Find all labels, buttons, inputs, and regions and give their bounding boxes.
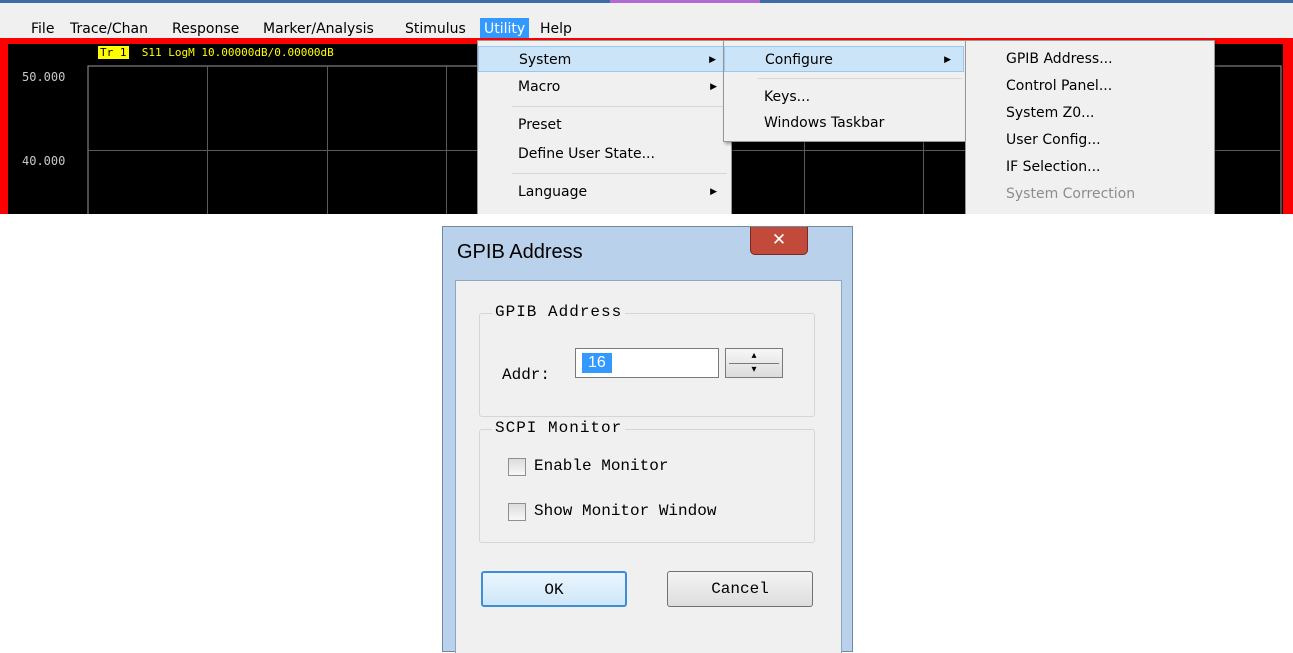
spin-up-icon[interactable]: ▴ — [726, 349, 782, 363]
enable-monitor-checkbox[interactable] — [508, 458, 526, 476]
menu-item-label: GPIB Address... — [1006, 51, 1113, 67]
menu-item-keys[interactable]: Keys... — [724, 84, 964, 110]
addr-input[interactable]: 16 — [575, 348, 719, 378]
group-title: SCPI Monitor — [492, 419, 626, 437]
menu-item-language[interactable]: Language ▶ — [478, 179, 729, 205]
menu-item-if-selection[interactable]: IF Selection... — [966, 154, 1212, 180]
menu-item-preset[interactable]: Preset — [478, 112, 729, 138]
x-close-icon: ✕ — [771, 230, 787, 250]
title-accent-line — [610, 0, 760, 3]
y-axis-label-second: 40.000 — [22, 154, 66, 168]
addr-spinner[interactable]: ▴ ▾ — [725, 348, 783, 378]
spin-down-icon[interactable]: ▾ — [726, 363, 782, 377]
submenu-arrow-icon: ▶ — [709, 55, 716, 65]
menu-stimulus[interactable]: Stimulus — [401, 18, 470, 40]
trace-text: S11 LogM 10.00000dB/0.00000dB — [141, 46, 334, 59]
menu-item-label: Macro — [518, 79, 561, 95]
menu-separator — [758, 78, 962, 79]
menu-item-user-config[interactable]: User Config... — [966, 127, 1212, 153]
menu-item-label: Language — [518, 184, 588, 200]
utility-menu: System ▶ Macro ▶ Preset Define User Stat… — [477, 40, 732, 214]
menu-response[interactable]: Response — [168, 18, 243, 40]
menu-item-define-user-state[interactable]: Define User State... — [478, 141, 729, 167]
scpi-monitor-group: SCPI Monitor Enable Monitor Show Monitor… — [479, 419, 815, 543]
menu-item-label: System Correction — [1006, 186, 1136, 202]
menu-item-label: System — [519, 52, 572, 68]
menu-trace-chan[interactable]: Trace/Chan — [66, 18, 152, 40]
menu-item-label: Preset — [518, 117, 562, 133]
menu-item-system-correction: System Correction — [966, 181, 1212, 207]
menu-bar: File Trace/Chan Response Marker/Analysis… — [0, 0, 1293, 40]
menu-item-label: User Config... — [1006, 132, 1101, 148]
y-axis-label-top: 50.000 — [22, 70, 66, 84]
show-monitor-window-label[interactable]: Show Monitor Window — [534, 502, 716, 520]
menu-item-windows-taskbar[interactable]: Windows Taskbar — [724, 110, 964, 136]
menu-item-macro[interactable]: Macro ▶ — [478, 74, 729, 100]
group-title: GPIB Address — [492, 303, 626, 321]
enable-monitor-label[interactable]: Enable Monitor — [534, 457, 668, 475]
menu-item-label: System Z0... — [1006, 105, 1095, 121]
menu-item-gpib-address[interactable]: GPIB Address... — [966, 46, 1212, 72]
vna-application: File Trace/Chan Response Marker/Analysis… — [0, 0, 1293, 214]
ok-button[interactable]: OK — [481, 571, 627, 607]
menu-item-configure[interactable]: Configure ▶ — [724, 46, 964, 72]
dialog-title: GPIB Address — [457, 241, 583, 263]
submenu-arrow-icon: ▶ — [710, 187, 717, 197]
menu-item-system[interactable]: System ▶ — [478, 46, 729, 72]
menu-item-label: Define User State... — [518, 146, 655, 162]
menu-item-label: Windows Taskbar — [764, 115, 885, 131]
menu-help[interactable]: Help — [536, 18, 576, 40]
cancel-button[interactable]: Cancel — [667, 571, 813, 607]
dialog-body: GPIB Address Addr: 16 ▴ ▾ SCPI Monitor E… — [455, 280, 842, 653]
addr-value: 16 — [582, 353, 612, 373]
addr-label: Addr: — [502, 366, 551, 384]
menu-marker-analysis[interactable]: Marker/Analysis — [259, 18, 378, 40]
trace-label[interactable]: Tr 1 S11 LogM 10.00000dB/0.00000dB — [98, 46, 334, 59]
menu-separator — [512, 173, 727, 174]
menu-utility[interactable]: Utility — [480, 18, 530, 40]
menu-item-control-panel[interactable]: Control Panel... — [966, 73, 1212, 99]
menu-item-label: Keys... — [764, 89, 811, 105]
close-button[interactable]: ✕ — [750, 227, 808, 255]
menu-item-label: Configure — [765, 52, 833, 68]
menu-item-system-z0[interactable]: System Z0... — [966, 100, 1212, 126]
menu-file[interactable]: File — [27, 18, 58, 40]
submenu-arrow-icon: ▶ — [710, 82, 717, 92]
gpib-address-group: GPIB Address Addr: 16 ▴ ▾ — [479, 303, 815, 417]
trace-tag: Tr 1 — [98, 46, 129, 59]
gpib-address-dialog: GPIB Address ✕ GPIB Address Addr: 16 ▴ ▾… — [442, 226, 853, 653]
configure-submenu: GPIB Address... Control Panel... System … — [965, 40, 1215, 214]
menu-item-label: IF Selection... — [1006, 159, 1101, 175]
show-monitor-window-checkbox[interactable] — [508, 503, 526, 521]
menu-separator — [512, 106, 727, 107]
system-submenu: Configure ▶ Keys... Windows Taskbar — [723, 40, 967, 142]
menu-item-label: Control Panel... — [1006, 78, 1113, 94]
submenu-arrow-icon: ▶ — [944, 55, 951, 65]
